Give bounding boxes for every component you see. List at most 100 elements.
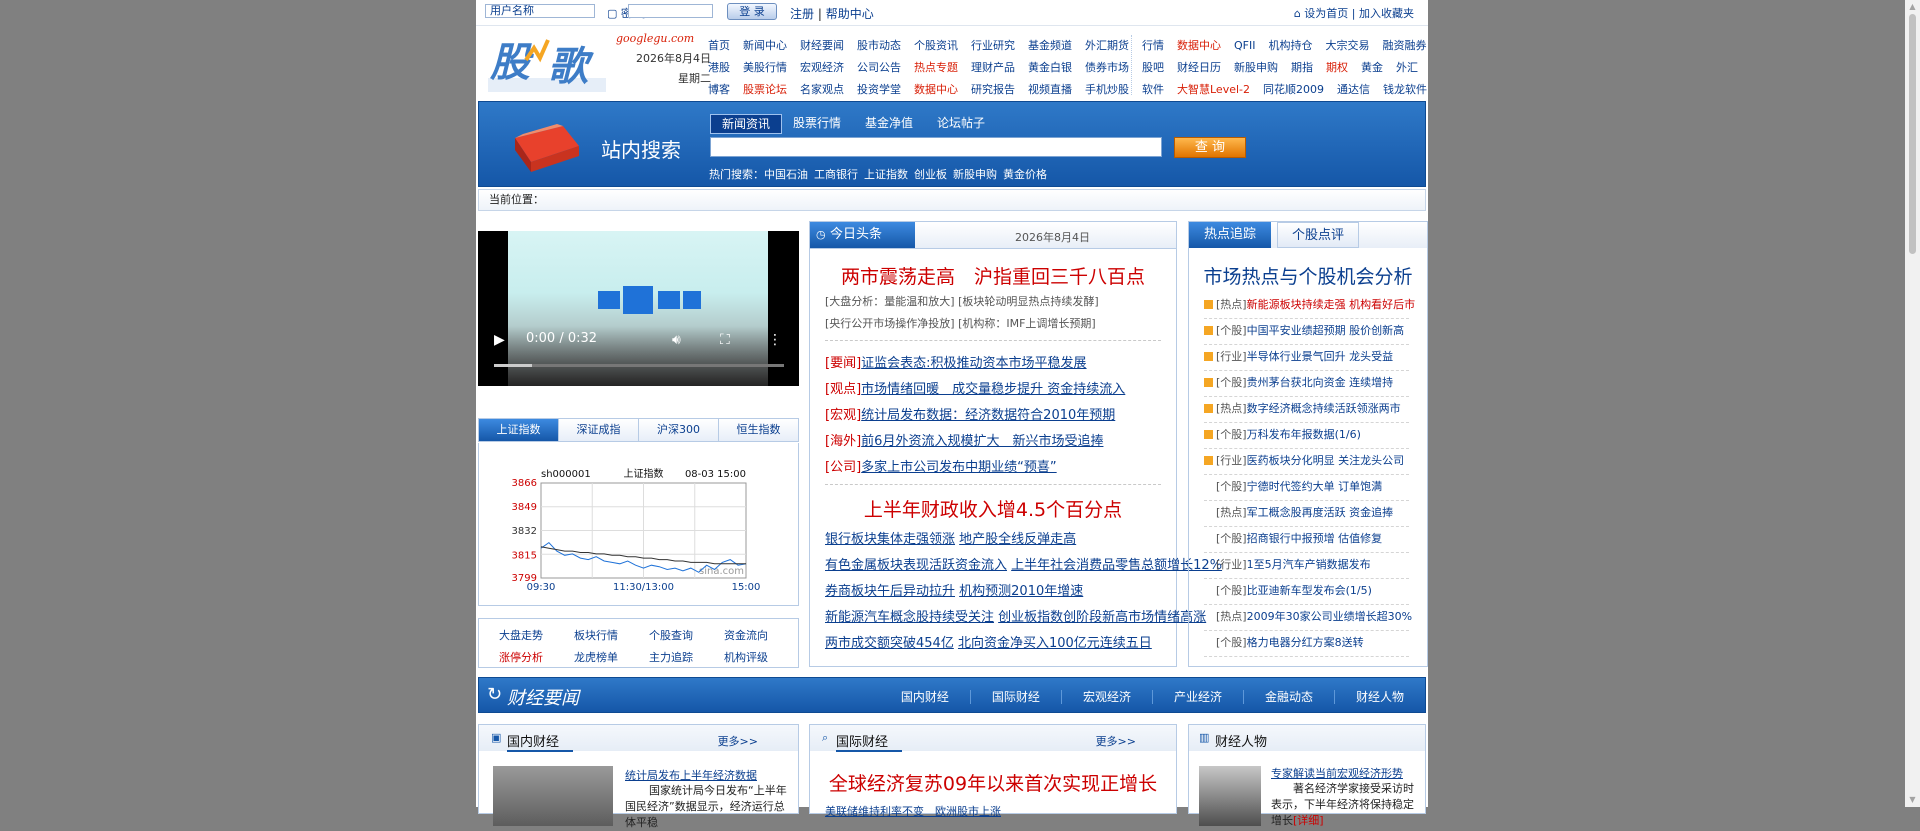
nav-link[interactable]: 通达信 <box>1337 83 1370 96</box>
news-photo[interactable] <box>493 766 613 826</box>
hot-topic-item[interactable]: [个股]宁德时代签约大单 订单饱满 <box>1204 476 1409 501</box>
nav-link[interactable]: 个股资讯 <box>914 39 958 52</box>
news-link[interactable]: 美联储维持利率不变 欧洲股市上涨 <box>825 803 1001 819</box>
hot-topic-item[interactable]: [个股]中国平安业绩超预期 股价创新高 <box>1204 320 1409 345</box>
news-link[interactable]: 前6月外资流入规模扩大 新兴市场受追捧 <box>861 434 1103 449</box>
tab-hot-topics[interactable]: 热点追踪 <box>1189 222 1271 248</box>
news-link[interactable]: 北向资金净买入100亿元连续五日 <box>958 636 1152 651</box>
quick-link[interactable]: 龙虎榜单 <box>566 649 626 665</box>
index-chart[interactable]: 3866384938323815379909:30 11:30/13:00 15:0… <box>499 465 784 595</box>
nav-link[interactable]: 投资学堂 <box>857 83 901 96</box>
nav-link[interactable]: 股吧 <box>1142 61 1164 74</box>
hot-search-link[interactable]: 上证指数 <box>864 168 908 181</box>
quick-link[interactable]: 主力追踪 <box>641 649 701 665</box>
item-link[interactable]: 中国平安业绩超预期 股价创新高 <box>1247 324 1405 337</box>
register-link[interactable]: 注册 <box>790 7 814 21</box>
nav-link[interactable]: 大宗交易 <box>1325 39 1369 52</box>
news-link[interactable]: 创业板指数创阶段新高市场情绪高涨 <box>998 610 1206 625</box>
password-input[interactable] <box>628 4 713 18</box>
search-tab[interactable]: 论坛帖子 <box>926 114 996 132</box>
quick-link[interactable]: 大盘走势 <box>491 627 551 643</box>
nav-link[interactable]: 机构持仓 <box>1268 39 1312 52</box>
more-options-icon[interactable]: ⋮ <box>768 332 782 348</box>
volume-icon[interactable]: 🔊︎ <box>672 332 681 348</box>
video-player[interactable]: ▶ 0:00 / 0:32 🔊︎ ⛶ ⋮ <box>478 231 799 386</box>
finance-nav-link[interactable]: 财经人物 <box>1333 690 1425 704</box>
item-link[interactable]: 招商银行中报预增 估值修复 <box>1247 532 1383 545</box>
news-item[interactable]: [要闻]证监会表态:积极推动资本市场平稳发展 <box>825 352 1087 371</box>
site-logo[interactable]: 股 歌 <box>488 30 608 98</box>
more-link[interactable]: 更多>> <box>718 733 758 749</box>
hot-search-link[interactable]: 创业板 <box>914 168 947 181</box>
nav-link[interactable]: 外汇 <box>1396 61 1418 74</box>
nav-link[interactable]: 大智慧Level-2 <box>1177 83 1250 96</box>
search-input[interactable] <box>710 137 1162 157</box>
hot-search-link[interactable]: 中国石油 <box>764 168 808 181</box>
finance-nav-link[interactable]: 产业经济 <box>1151 690 1243 704</box>
item-link[interactable]: 宁德时代签约大单 订单饱满 <box>1247 480 1383 493</box>
more-link[interactable]: 更多>> <box>1096 733 1136 749</box>
hot-topic-item[interactable]: [行业]医药板块分化明显 关注龙头公司 <box>1204 450 1409 475</box>
news-link[interactable]: 统计局发布上半年经济数据 <box>625 767 757 783</box>
username-input[interactable]: 用户名称 <box>485 4 595 18</box>
nav-link[interactable]: 热点专题 <box>914 61 958 74</box>
news-link[interactable]: 券商板块午后异动拉升 <box>825 584 955 599</box>
search-tab[interactable]: 新闻资讯 <box>710 114 782 134</box>
nav-link[interactable]: 名家观点 <box>800 83 844 96</box>
nav-link[interactable]: 博客 <box>708 83 730 96</box>
nav-link[interactable]: 期指 <box>1291 61 1313 74</box>
finance-nav-link[interactable]: 国际财经 <box>969 690 1061 704</box>
nav-link[interactable]: 期权 <box>1326 61 1348 74</box>
nav-link[interactable]: 研究报告 <box>971 83 1015 96</box>
nav-link[interactable]: 港股 <box>708 61 730 74</box>
add-favorites-link[interactable]: 加入收藏夹 <box>1359 7 1414 20</box>
item-link[interactable]: 万科发布年报数据(1/6) <box>1247 428 1361 441</box>
nav-link[interactable]: 首页 <box>708 39 730 52</box>
finance-nav-link[interactable]: 金融动态 <box>1242 690 1334 704</box>
hot-topic-item[interactable]: [热点]数字经济概念持续活跃领涨两市 <box>1204 398 1409 423</box>
nav-link[interactable]: 外汇期货 <box>1085 39 1129 52</box>
hot-topic-item[interactable]: [行业]1至5月汽车产销数据发布 <box>1204 554 1409 579</box>
news-link[interactable]: 有色金属板块表现活跃资金流入 <box>825 558 1007 573</box>
item-link[interactable]: 半导体行业景气回升 龙头受益 <box>1247 350 1394 363</box>
finance-nav-link[interactable]: 国内财经 <box>880 690 970 704</box>
nav-link[interactable]: 股票论坛 <box>743 83 787 96</box>
nav-link[interactable]: 数据中心 <box>1177 39 1221 52</box>
nav-link[interactable]: QFII <box>1234 39 1255 52</box>
news-link[interactable]: 两市成交额突破454亿 <box>825 636 954 651</box>
quick-link[interactable]: 板块行情 <box>566 627 626 643</box>
nav-link[interactable]: 数据中心 <box>914 83 958 96</box>
news-item[interactable]: [观点]市场情绪回暖 成交量稳步提升 资金持续流入 <box>825 378 1125 397</box>
hot-topic-item[interactable]: [热点]新能源板块持续走强 机构看好后市 <box>1204 294 1415 319</box>
item-link[interactable]: 1至5月汽车产销数据发布 <box>1247 558 1371 571</box>
fullscreen-icon[interactable]: ⛶ <box>720 332 730 348</box>
nav-link[interactable]: 新闻中心 <box>743 39 787 52</box>
tab-index[interactable]: 上证指数 <box>479 419 559 441</box>
nav-link[interactable]: 财经要闻 <box>800 39 844 52</box>
nav-link[interactable]: 融资融券 <box>1382 39 1426 52</box>
hot-topic-item[interactable]: [个股]贵州茅台获北向资金 连续增持 <box>1204 372 1409 397</box>
scroll-down-icon[interactable]: ▼ <box>1905 793 1920 807</box>
nav-link[interactable]: 股市动态 <box>857 39 901 52</box>
finance-nav-link[interactable]: 宏观经济 <box>1060 690 1152 704</box>
nav-link[interactable]: 理财产品 <box>971 61 1015 74</box>
nav-link[interactable]: 软件 <box>1142 83 1164 96</box>
hot-search-link[interactable]: 黄金价格 <box>1003 168 1047 181</box>
headline-sublinks-1[interactable]: [大盘分析：量能温和放大] [板块轮动明显热点持续发酵] <box>825 293 1099 309</box>
hot-search-link[interactable]: 工商银行 <box>814 168 858 181</box>
nav-link[interactable]: 行业研究 <box>971 39 1015 52</box>
news-link[interactable]: 统计局发布数据：经济数据符合2010年预期 <box>861 408 1115 423</box>
tab-index[interactable]: 深证成指 <box>559 419 639 441</box>
scroll-up-icon[interactable]: ▲ <box>1905 0 1920 14</box>
play-icon[interactable]: ▶ <box>494 332 505 348</box>
item-link[interactable]: 军工概念股再度活跃 资金追捧 <box>1247 506 1394 519</box>
right-panel-title[interactable]: 市场热点与个股机会分析 <box>1189 262 1427 289</box>
news-link[interactable]: 机构预测2010年增速 <box>959 584 1083 599</box>
quick-link[interactable]: 资金流向 <box>716 627 776 643</box>
second-headline[interactable]: 上半年财政收入增4.5个百分点 <box>810 495 1176 522</box>
news-link[interactable]: 多家上市公司发布中期业绩“预喜” <box>861 460 1056 475</box>
hot-topic-item[interactable]: [个股]格力电器分红方案8送转 <box>1204 632 1409 657</box>
item-link[interactable]: 比亚迪新车型发布会(1/5) <box>1247 584 1372 597</box>
nav-link[interactable]: 黄金 <box>1361 61 1383 74</box>
news-item[interactable]: [公司]多家上市公司发布中期业绩“预喜” <box>825 456 1057 475</box>
